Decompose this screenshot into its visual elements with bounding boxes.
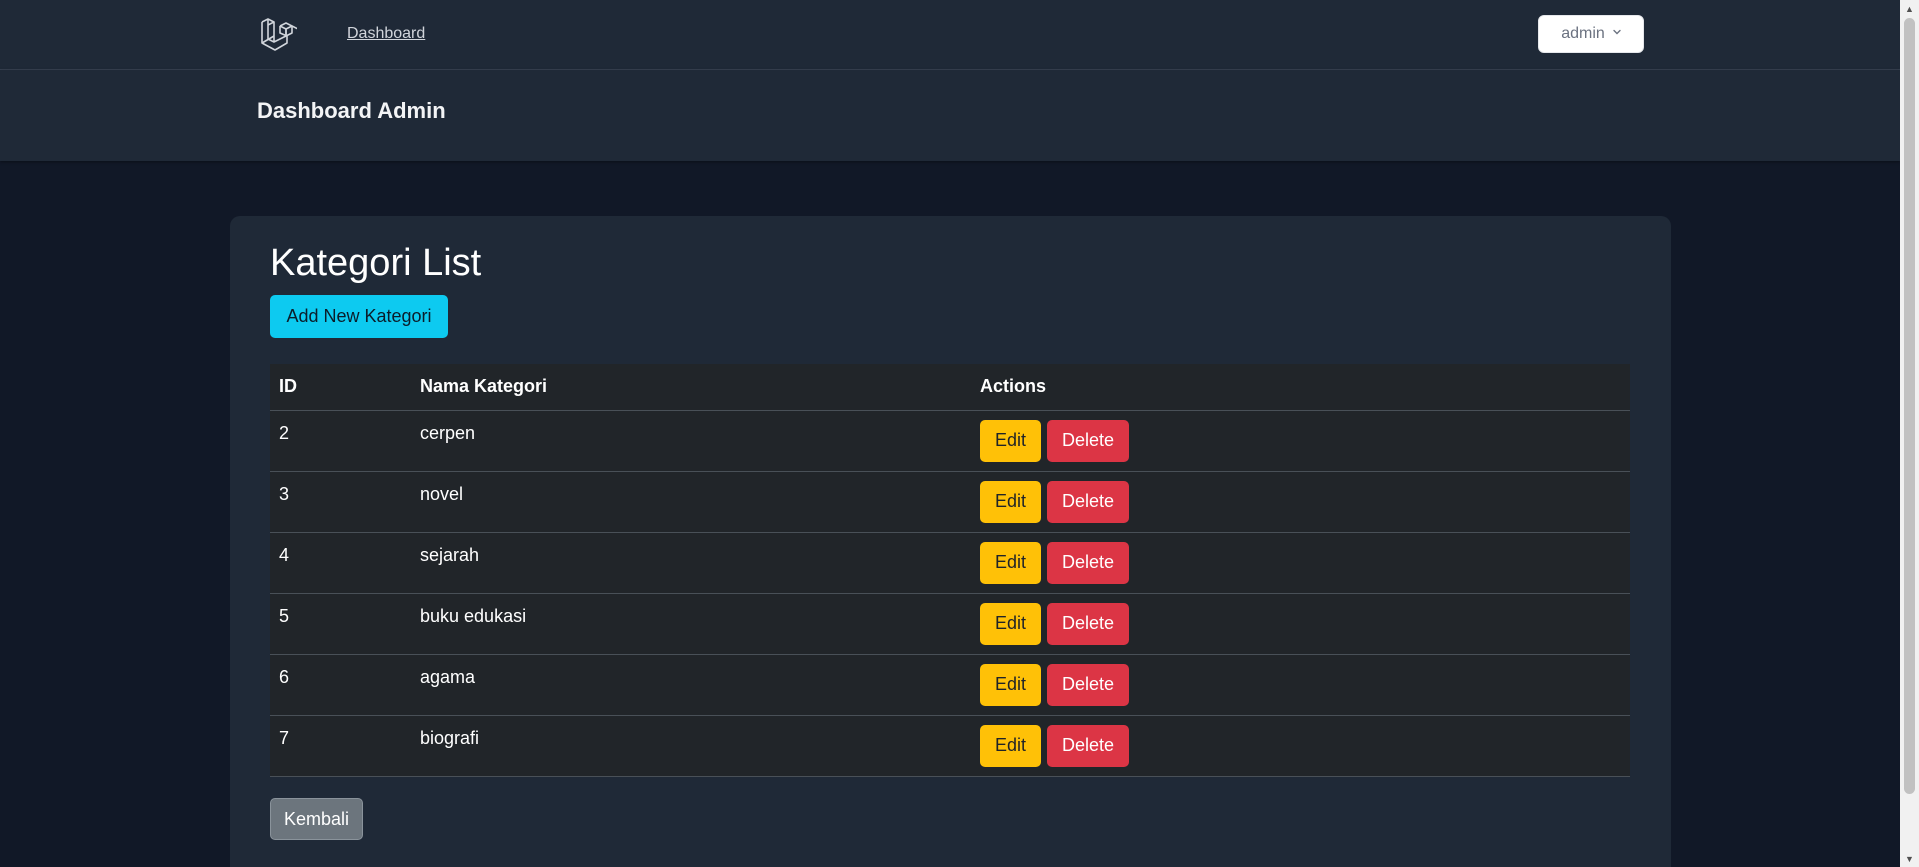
kategori-table: ID Nama Kategori Actions 2 cerpen Edit D…	[270, 364, 1630, 777]
cell-name: cerpen	[411, 410, 971, 472]
table-row: 7 biografi Edit Delete	[270, 715, 1630, 777]
cell-actions: Edit Delete	[971, 593, 1630, 655]
cell-name: agama	[411, 654, 971, 716]
chevron-down-icon	[1613, 29, 1621, 35]
edit-button[interactable]: Edit	[980, 602, 1041, 645]
cell-actions: Edit Delete	[971, 471, 1630, 533]
laravel-logo-icon[interactable]	[259, 16, 297, 54]
table-row: 2 cerpen Edit Delete	[270, 410, 1630, 472]
cell-id: 7	[270, 715, 411, 777]
add-kategori-button[interactable]: Add New Kategori	[270, 295, 448, 338]
cell-name: novel	[411, 471, 971, 533]
cell-id: 4	[270, 532, 411, 594]
table-row: 5 buku edukasi Edit Delete	[270, 593, 1630, 655]
edit-button[interactable]: Edit	[980, 663, 1041, 706]
edit-button[interactable]: Edit	[980, 724, 1041, 767]
scroll-up-arrow-icon[interactable]: ▲	[1900, 0, 1919, 17]
page-header: Dashboard Admin	[0, 70, 1900, 161]
cell-actions: Edit Delete	[971, 654, 1630, 716]
delete-button[interactable]: Delete	[1047, 724, 1130, 767]
cell-name: biografi	[411, 715, 971, 777]
user-menu-button[interactable]: admin	[1538, 15, 1644, 53]
edit-button[interactable]: Edit	[980, 541, 1041, 584]
delete-button[interactable]: Delete	[1047, 419, 1130, 462]
cell-actions: Edit Delete	[971, 410, 1630, 472]
scrollbar-thumb[interactable]	[1904, 18, 1915, 794]
cell-id: 6	[270, 654, 411, 716]
top-navigation: Dashboard admin	[0, 0, 1900, 70]
table-row: 6 agama Edit Delete	[270, 654, 1630, 716]
kategori-card: Kategori List Add New Kategori ID Nama K…	[230, 216, 1671, 867]
delete-button[interactable]: Delete	[1047, 480, 1130, 523]
nav-link-dashboard[interactable]: Dashboard	[347, 25, 425, 43]
page: Dashboard admin Dashboard Admin Kategori…	[0, 0, 1900, 867]
vertical-scrollbar[interactable]: ▲ ▼	[1900, 0, 1919, 867]
delete-button[interactable]: Delete	[1047, 602, 1130, 645]
column-header-id: ID	[270, 364, 411, 411]
edit-button[interactable]: Edit	[980, 480, 1041, 523]
edit-button[interactable]: Edit	[980, 419, 1041, 462]
cell-actions: Edit Delete	[971, 532, 1630, 594]
delete-button[interactable]: Delete	[1047, 663, 1130, 706]
cell-name: buku edukasi	[411, 593, 971, 655]
scroll-down-arrow-icon[interactable]: ▼	[1900, 850, 1919, 867]
cell-id: 3	[270, 471, 411, 533]
page-title: Dashboard Admin	[257, 98, 446, 123]
cell-name: sejarah	[411, 532, 971, 594]
cell-id: 5	[270, 593, 411, 655]
column-header-name: Nama Kategori	[411, 364, 971, 411]
cell-id: 2	[270, 410, 411, 472]
cell-actions: Edit Delete	[971, 715, 1630, 777]
column-header-actions: Actions	[971, 364, 1630, 411]
table-row: 4 sejarah Edit Delete	[270, 532, 1630, 594]
user-menu-label: admin	[1561, 25, 1605, 42]
table-header-row: ID Nama Kategori Actions	[270, 364, 1630, 411]
card-title: Kategori List	[270, 242, 482, 284]
table-row: 3 novel Edit Delete	[270, 471, 1630, 533]
back-button[interactable]: Kembali	[270, 798, 363, 840]
delete-button[interactable]: Delete	[1047, 541, 1130, 584]
